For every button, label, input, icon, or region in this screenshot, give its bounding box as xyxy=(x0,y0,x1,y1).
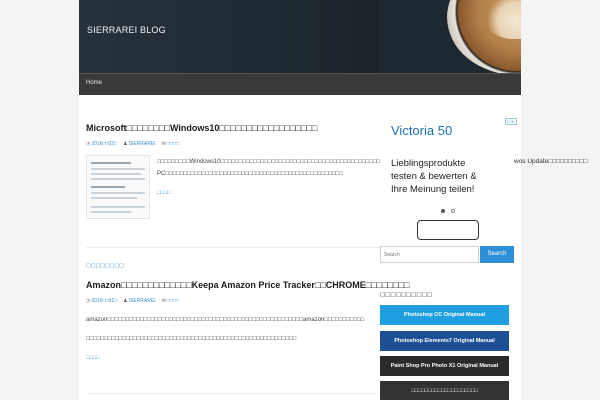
banner-digital-camera-guide[interactable]: □□□□□□□□□□□□□□□□□□□□ xyxy=(380,381,509,400)
post-divider xyxy=(86,247,381,248)
site-title[interactable]: SIERRAREI BLOG xyxy=(87,25,166,35)
site-header: SIERRAREI BLOG xyxy=(79,0,521,73)
thumb-line xyxy=(91,173,141,175)
post-author-2[interactable]: SIERRAREI xyxy=(129,298,156,304)
comment-icon: ✉ xyxy=(161,141,166,147)
thumb-line xyxy=(91,168,145,170)
carousel-dot-active[interactable] xyxy=(441,209,445,213)
post-meta-1: ◷2016□□02□ ♟SIERRAREI ✉□□□□ xyxy=(86,141,179,147)
carousel-dot[interactable] xyxy=(451,209,455,213)
thumb-line xyxy=(91,162,131,164)
post-excerpt-1-line-2: PC□□□□□□□□□□□□□□□□□□□□□□□□□□□□□□□□□□□□□□… xyxy=(157,171,343,177)
thumb-line xyxy=(91,178,145,180)
page: SIERRAREI BLOG Home Microsoft□□□□□□□□Win… xyxy=(0,0,600,400)
post-meta-2: ◷2016□□01□ ♟SIERRAREI ✉□□□□ xyxy=(86,298,179,304)
post-date-2[interactable]: 2016□□01□ xyxy=(91,298,117,304)
thumb-line xyxy=(91,211,131,213)
read-more-link-2[interactable]: □□□□ xyxy=(86,355,99,361)
post-comments-2[interactable]: □□□□ xyxy=(167,298,179,304)
read-more-link-1[interactable]: □□□□ xyxy=(157,190,170,196)
post-date-1[interactable]: 2016□□02□ xyxy=(91,141,117,147)
calendar-icon: ◷ xyxy=(86,141,91,147)
thumb-line xyxy=(91,206,145,208)
post-excerpt-2-line-1: amazon□□□□□□□□□□□□□□□□□□□□□□□□□□□□□□□□□□… xyxy=(86,317,365,323)
post-excerpt-1-line-1: □□□□□□□□□Windows10□□□□□□□□□□□□□□□□□□□□□□… xyxy=(157,159,406,165)
post-excerpt-2-line-2: □□□□□□□□□□□□□□□□□□□□□□□□□□□□□□□□□□□□□□□□… xyxy=(86,336,297,342)
ad-line-2: testen & bewerten & xyxy=(391,171,477,182)
post-category-2[interactable]: □□□□□□□□ xyxy=(86,263,124,269)
comment-icon: ✉ xyxy=(161,298,166,304)
calendar-icon: ◷ xyxy=(86,298,91,304)
advertisement[interactable]: ▷✕ Victoria 50 Lieblingsprodukte testen … xyxy=(380,117,521,240)
ad-title[interactable]: Victoria 50 xyxy=(391,123,452,138)
post-comments-1[interactable]: □□□□ xyxy=(167,141,179,147)
nav-home-link[interactable]: Home xyxy=(86,80,102,86)
banner-paint-shop-pro[interactable]: Paint Shop Pro Photo X1 Original Manual xyxy=(380,356,509,376)
ad-line-3: Ihre Meinung teilen! xyxy=(391,184,475,195)
search-button[interactable]: Search xyxy=(480,246,514,263)
header-background xyxy=(79,0,379,73)
right-gutter xyxy=(521,0,600,400)
user-icon: ♟ xyxy=(123,141,128,147)
thumb-line xyxy=(91,197,137,199)
ad-line-1: Lieblingsprodukte xyxy=(391,158,466,169)
overflow-text: wos Update□□□□□□□□□□ xyxy=(514,158,588,165)
thumb-line xyxy=(91,192,145,194)
ad-choices-icon[interactable]: ▷✕ xyxy=(505,118,517,125)
post-divider xyxy=(86,393,381,394)
sidebar-widget-title: □□□□□□□□□□ xyxy=(380,292,432,298)
post-thumbnail-1[interactable] xyxy=(86,155,150,219)
main-nav: Home xyxy=(79,73,521,95)
banner-photoshop-cc[interactable]: Photoshop CC Original Manual xyxy=(380,305,509,325)
left-gutter xyxy=(0,0,79,400)
post-author-1[interactable]: SIERRAREI xyxy=(129,141,156,147)
banner-photoshop-elements7[interactable]: Photoshop Elements7 Original Manual xyxy=(380,331,509,351)
search-input[interactable] xyxy=(380,246,479,263)
ad-cta-button[interactable] xyxy=(417,220,479,240)
post-title-2[interactable]: Amazon□□□□□□□□□□□□□Keepa Amazon Price Tr… xyxy=(86,280,409,290)
thumb-line xyxy=(91,186,125,188)
post-title-1[interactable]: Microsoft□□□□□□□□Windows10□□□□□□□□□□□□□□… xyxy=(86,123,317,133)
user-icon: ♟ xyxy=(123,298,128,304)
